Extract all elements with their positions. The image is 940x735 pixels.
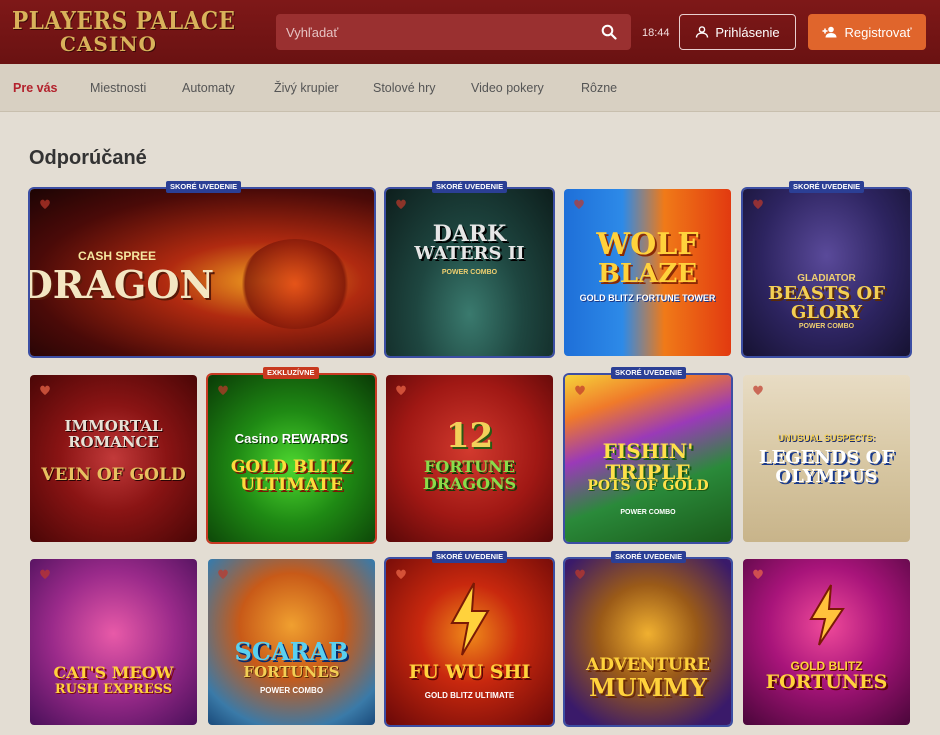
- favorite-icon[interactable]: [394, 197, 408, 211]
- game-tile-12-fortune-dragons[interactable]: 12 FORTUNE DRAGONS: [386, 375, 553, 542]
- badge-soon: SKORÉ UVEDENIE: [789, 181, 865, 193]
- game-subtitle: FORTUNE DRAGONS: [422, 457, 517, 493]
- game-tag: POWER COMBO: [441, 269, 498, 276]
- favorite-icon[interactable]: [573, 383, 587, 397]
- user-icon: [696, 26, 709, 38]
- game-tile-casino-rewards-gold-blitz[interactable]: Casino REWARDS GOLD BLITZ ULTIMATE: [208, 375, 375, 542]
- game-title: CAT'S MEOW: [53, 663, 174, 682]
- lightning-bolt-icon: [809, 584, 845, 646]
- game-subtitle: POTS OF GOLD: [587, 478, 709, 494]
- game-tile-immortal-romance[interactable]: IMMORTAL ROMANCE VEIN OF GOLD: [30, 375, 197, 542]
- logo-subtitle: CASINO: [60, 32, 157, 56]
- login-label: Prihlásenie: [715, 24, 780, 40]
- game-subtitle: Casino REWARDS: [234, 431, 349, 446]
- top-header: PLAYERS PALACE CASINO 18:44 Prihlásenie …: [0, 0, 940, 64]
- game-title: FISHIN' TRIPLE: [602, 439, 694, 484]
- search-input[interactable]: [276, 14, 586, 50]
- game-tile-scarab-fortunes[interactable]: SCARAB FORTUNES POWER COMBO: [208, 559, 375, 725]
- game-subtitle: VEIN OF GOLD: [41, 465, 186, 485]
- badge-exclusive: EXKLUZÍVNE: [263, 367, 319, 379]
- game-tile-adventure-mummy[interactable]: ADVENTURE MUMMY: [565, 559, 731, 725]
- game-tag: POWER COMBO: [798, 323, 855, 330]
- game-subtitle: FORTUNES: [243, 663, 340, 681]
- game-title: MUMMY: [589, 673, 707, 702]
- register-label: Registrovať: [844, 24, 912, 40]
- game-title: FORTUNES: [765, 671, 888, 693]
- tab-pre-vas[interactable]: Pre vás: [13, 81, 57, 95]
- lightning-bolt-icon: [450, 582, 490, 656]
- search-icon[interactable]: [601, 24, 617, 40]
- tab-automaty[interactable]: Automaty: [182, 81, 235, 95]
- game-subtitle: WATERS II: [414, 243, 525, 264]
- login-button[interactable]: Prihlásenie: [679, 14, 796, 50]
- game-title: WOLF: [596, 227, 699, 262]
- favorite-icon[interactable]: [751, 383, 765, 397]
- tab-stolove-hry[interactable]: Stolové hry: [373, 81, 436, 95]
- favorite-icon[interactable]: [394, 383, 408, 397]
- badge-soon: SKORÉ UVEDENIE: [432, 551, 508, 563]
- game-subtitle: BLAZE: [597, 259, 698, 289]
- tab-zivy-krupier[interactable]: Živý krupier: [274, 81, 339, 95]
- section-title: Odporúčané: [29, 147, 147, 169]
- game-tile-unusual-suspects[interactable]: UNUSUAL SUSPECTS: LEGENDS OF OLYMPUS: [743, 375, 910, 542]
- game-tile-dark-waters[interactable]: DARK WATERS II POWER COMBO: [386, 189, 553, 356]
- favorite-icon[interactable]: [572, 197, 586, 211]
- players-palace-logo[interactable]: PLAYERS PALACE CASINO: [12, 8, 235, 58]
- favorite-icon[interactable]: [751, 567, 765, 581]
- game-tile-cats-meow[interactable]: CAT'S MEOW RUSH EXPRESS: [30, 559, 197, 725]
- clock: 18:44: [642, 27, 670, 39]
- game-tag: POWER COMBO: [620, 509, 676, 516]
- logo-title: PLAYERS PALACE: [12, 6, 236, 35]
- game-subtitle: GOLD BLITZ ULTIMATE: [424, 691, 515, 700]
- badge-soon: SKORÉ UVEDENIE: [166, 181, 242, 193]
- game-title: LEGENDS OF OLYMPUS: [758, 447, 895, 487]
- category-nav: Pre vás Miestnosti Automaty Živý krupier…: [0, 64, 940, 112]
- search-box: [276, 14, 631, 50]
- game-title: 12: [445, 416, 494, 456]
- game-tag: POWER COMBO: [259, 686, 324, 695]
- game-title: BEASTS OF GLORY: [767, 283, 886, 323]
- favorite-icon[interactable]: [394, 567, 408, 581]
- badge-soon: SKORÉ UVEDENIE: [611, 367, 687, 379]
- game-tile-cash-spree-dragon[interactable]: CASH SPREE DRAGON: [30, 189, 374, 356]
- game-tile-wolf-blaze[interactable]: WOLF BLAZE GOLD BLITZ FORTUNE TOWER: [564, 189, 731, 356]
- game-subtitle: RUSH EXPRESS: [54, 682, 173, 697]
- badge-soon: SKORÉ UVEDENIE: [432, 181, 508, 193]
- game-title: FU WU SHI: [408, 661, 531, 683]
- favorite-icon[interactable]: [38, 197, 52, 211]
- register-button[interactable]: Registrovať: [808, 14, 926, 50]
- game-tag: GOLD BLITZ FORTUNE TOWER: [579, 293, 716, 303]
- game-tile-gladiator-beasts[interactable]: GLADIATOR BEASTS OF GLORY POWER COMBO: [743, 189, 910, 356]
- game-title: SCARAB: [234, 637, 349, 666]
- game-title: GOLD BLITZ ULTIMATE: [230, 457, 353, 495]
- tab-rozne[interactable]: Rôzne: [581, 81, 617, 95]
- favorite-icon[interactable]: [38, 383, 52, 397]
- add-user-icon: [822, 26, 837, 38]
- favorite-icon[interactable]: [216, 383, 230, 397]
- game-tile-fu-wu-shi[interactable]: FU WU SHI GOLD BLITZ ULTIMATE: [386, 559, 553, 725]
- dragon-art: [240, 239, 350, 329]
- badge-soon: SKORÉ UVEDENIE: [611, 551, 687, 563]
- game-tile-fishin-triple-pots[interactable]: FISHIN' TRIPLE POTS OF GOLD POWER COMBO: [565, 375, 731, 542]
- favorite-icon[interactable]: [38, 567, 52, 581]
- favorite-icon[interactable]: [751, 197, 765, 211]
- tab-video-pokery[interactable]: Video pokery: [471, 81, 544, 95]
- favorite-icon[interactable]: [573, 567, 587, 581]
- game-subtitle: UNUSUAL SUSPECTS:: [777, 433, 876, 443]
- tab-miestnosti[interactable]: Miestnosti: [90, 81, 146, 95]
- game-title: IMMORTAL ROMANCE: [64, 417, 163, 451]
- game-tile-gold-blitz-fortunes[interactable]: GOLD BLITZ FORTUNES: [743, 559, 910, 725]
- favorite-icon[interactable]: [216, 567, 230, 581]
